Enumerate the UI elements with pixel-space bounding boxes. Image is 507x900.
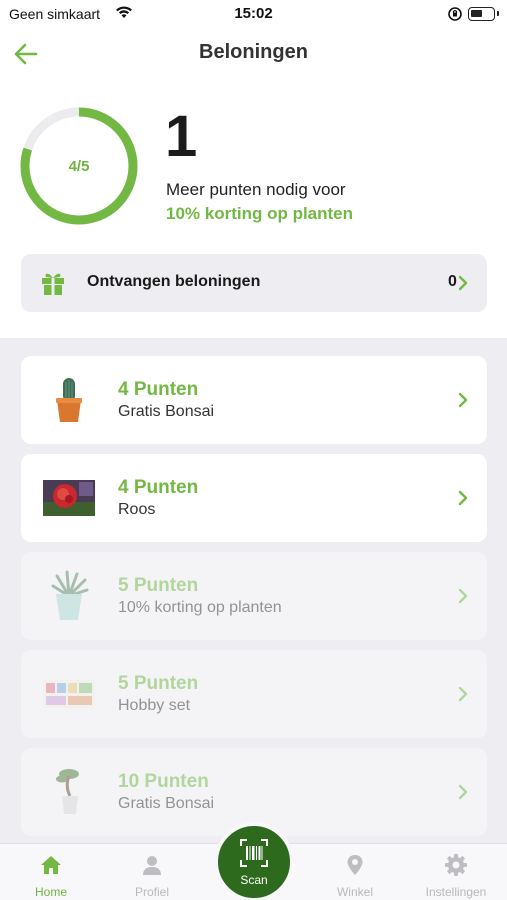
rose-photo [43,480,95,516]
tab-label: Instellingen [425,885,487,899]
progress-ring-label: 4/5 [68,157,90,175]
reward-points: 5 Punten [118,575,199,596]
gear-icon [445,854,467,876]
reward-name: Roos [118,501,156,518]
reward-points: 10 Punten [118,771,209,792]
rotation-lock-icon [447,6,463,27]
tab-label: Winkel [336,885,373,899]
scan-label: Scan [240,873,268,887]
points-progress-ring: 4/5 [19,106,139,226]
tab-label: Profiel [134,885,169,899]
tab-instellingen[interactable]: Instellingen [411,844,501,900]
chevron-right-icon [458,490,468,506]
gift-icon [40,270,66,301]
reward-name: 10% korting op planten [118,599,282,616]
reward-item[interactable]: 5 Punten 10% korting op planten [21,552,487,640]
cactus-pot-image [56,378,82,422]
chevron-right-icon [458,686,468,702]
chevron-right-icon [458,588,468,604]
status-bar: Geen simkaart 15:02 [0,0,507,30]
tab-label: Home [34,885,67,899]
scan-button[interactable]: Scan [214,822,294,900]
reward-item[interactable]: 4 Punten Gratis Bonsai [21,356,487,444]
hobby-set-image [43,680,95,708]
reward-name: Gratis Bonsai [118,795,215,812]
clock: 15:02 [234,5,273,22]
reward-name: Hobby set [118,697,191,714]
page-title: Beloningen [199,41,308,63]
battery-icon [468,7,499,21]
barcode-scan-icon [240,839,268,867]
reward-points: 4 Punten [118,477,199,498]
bonsai-pot-image [56,769,79,814]
received-rewards-label: Ontvangen beloningen [87,273,261,290]
chevron-right-icon [458,784,468,800]
received-rewards-row[interactable]: Ontvangen beloningen 0 [21,254,487,312]
location-pin-icon [347,855,363,875]
tab-profiel[interactable]: Profiel [107,844,197,900]
reward-points: 4 Punten [118,379,199,400]
next-reward-name: 10% korting op planten [166,204,354,223]
reward-name: Gratis Bonsai [118,403,215,420]
person-icon [143,856,161,875]
chevron-right-icon [458,275,468,291]
tab-winkel[interactable]: Winkel [310,844,400,900]
succulent-pot-image [51,570,89,620]
reward-points: 5 Punten [118,673,199,694]
navigation-bar: Beloningen [0,30,507,76]
chevron-right-icon [458,392,468,408]
rewards-list: 4 Punten Gratis Bonsai 4 Punten Roos 5 P… [0,338,507,843]
reward-item[interactable]: 5 Punten Hobby set [21,650,487,738]
points-needed-count: 1 [165,104,198,169]
tab-home[interactable]: Home [6,844,96,900]
home-icon [41,856,61,874]
points-needed-text: Meer punten nodig voor [166,180,346,199]
received-rewards-count: 0 [448,273,457,290]
reward-item[interactable]: 4 Punten Roos [21,454,487,542]
